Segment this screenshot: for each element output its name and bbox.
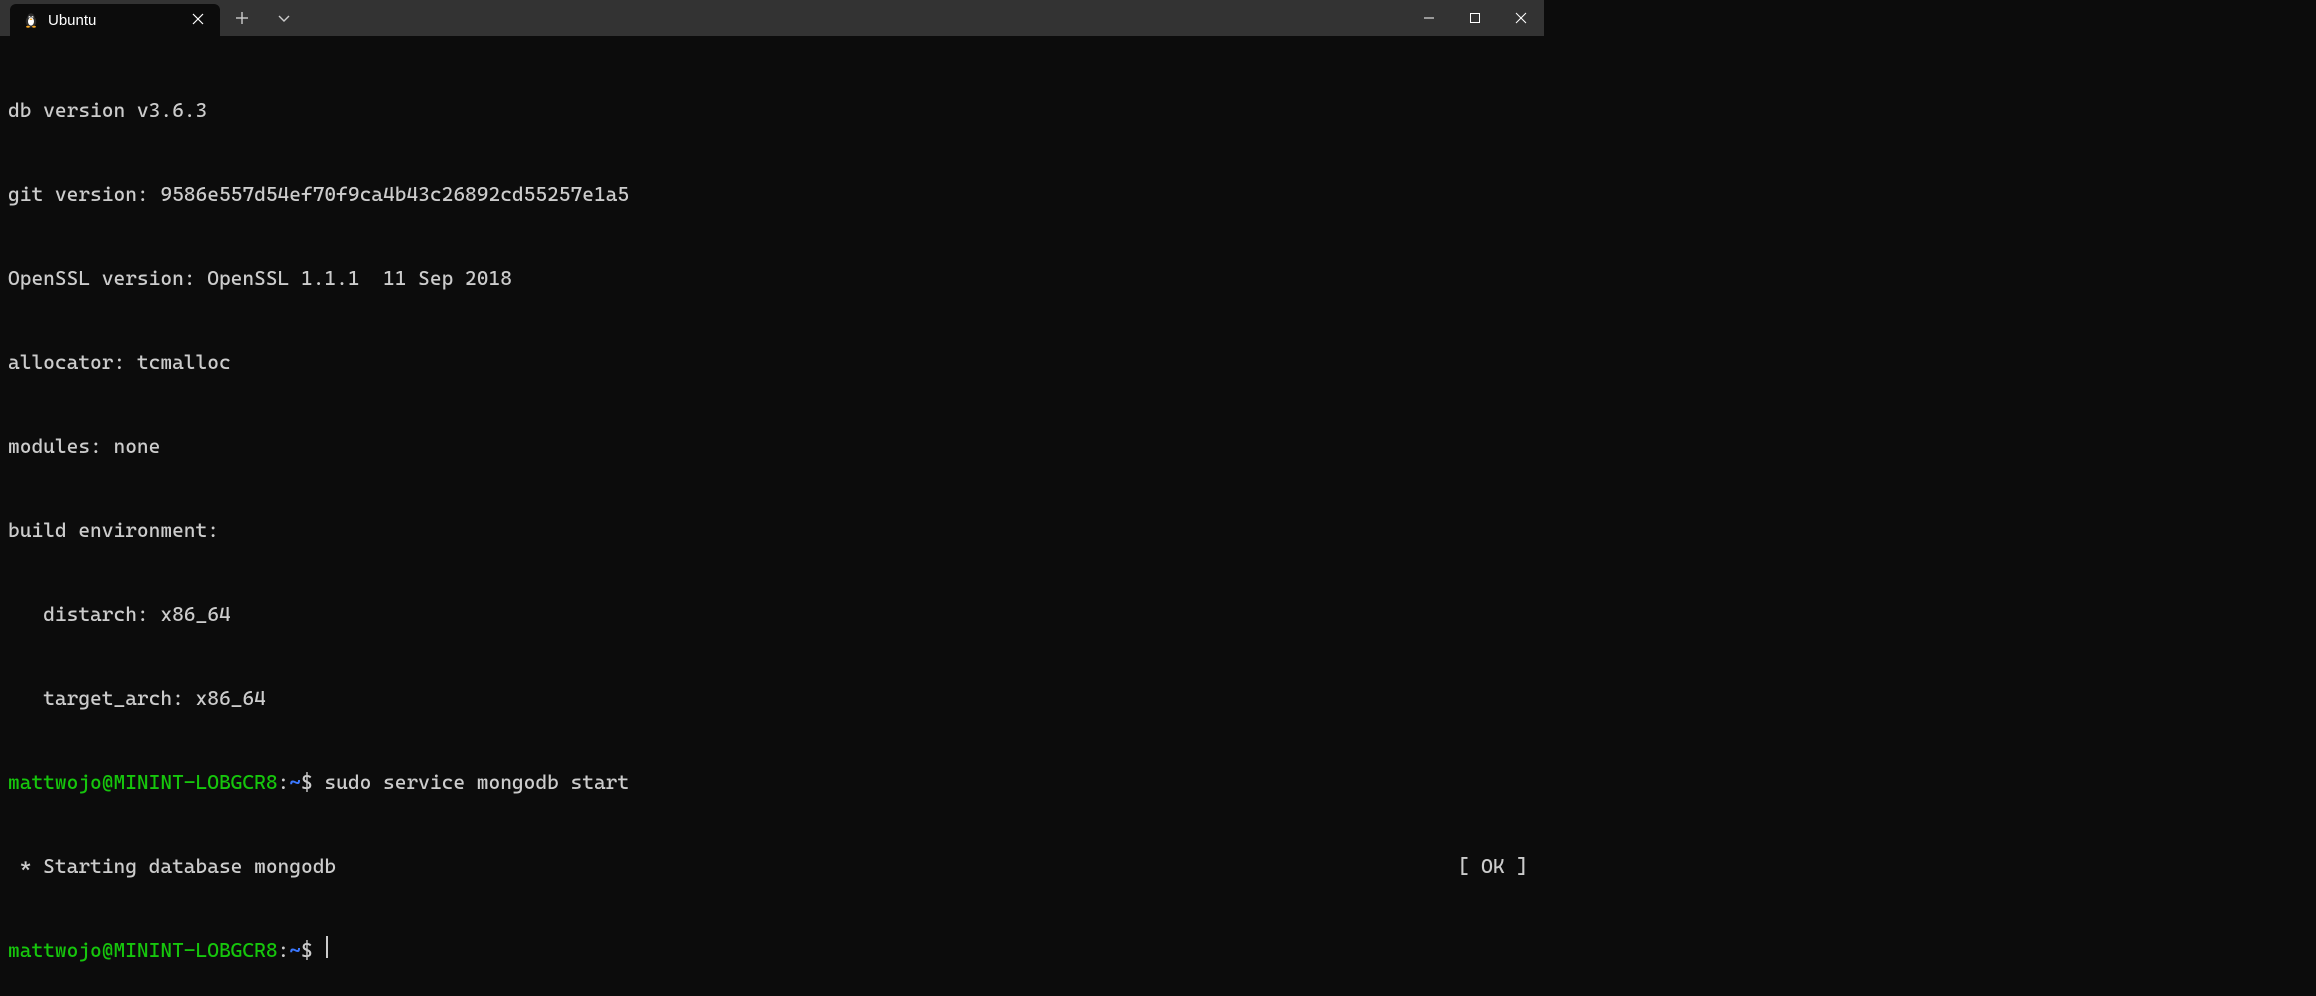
prompt-colon: : <box>278 936 290 964</box>
tab-actions <box>220 0 306 36</box>
output-line: modules: none <box>8 432 1536 460</box>
new-tab-button[interactable] <box>230 6 254 30</box>
prompt-dollar: $ <box>301 936 324 964</box>
ubuntu-penguin-icon <box>22 11 40 29</box>
output-line: allocator: tcmalloc <box>8 348 1536 376</box>
status-ok: [ OK ] <box>1458 852 1536 880</box>
prompt-line: mattwojo@MININT-LOBGCR8:~$ sudo service … <box>8 768 1536 796</box>
terminal-content[interactable]: db version v3.6.3 git version: 9586e557d… <box>0 36 1544 996</box>
status-line: * Starting database mongodb [ OK ] <box>8 852 1536 880</box>
output-line: git version: 9586e557d54ef70f9ca4b43c268… <box>8 180 1536 208</box>
output-line: build environment: <box>8 516 1536 544</box>
prompt-path: ~ <box>289 936 301 964</box>
minimize-button[interactable] <box>1406 0 1452 36</box>
output-line: OpenSSL version: OpenSSL 1.1.1 11 Sep 20… <box>8 264 1536 292</box>
command-text: sudo service mongodb start <box>324 768 629 796</box>
tab-title: Ubuntu <box>48 12 188 29</box>
prompt-line: mattwojo@MININT-LOBGCR8:~$ <box>8 936 1536 964</box>
cursor <box>326 936 328 958</box>
prompt-user-host: mattwojo@MININT-LOBGCR8 <box>8 936 278 964</box>
close-window-button[interactable] <box>1498 0 1544 36</box>
window-controls <box>1406 0 1544 36</box>
tabs-area: Ubuntu <box>0 0 1406 36</box>
prompt-colon: : <box>278 768 290 796</box>
output-line: target_arch: x86_64 <box>8 684 1536 712</box>
titlebar: Ubuntu <box>0 0 1544 36</box>
tab-ubuntu[interactable]: Ubuntu <box>10 4 220 36</box>
output-line: db version v3.6.3 <box>8 96 1536 124</box>
tab-dropdown-button[interactable] <box>272 6 296 30</box>
close-tab-button[interactable] <box>188 12 208 28</box>
maximize-button[interactable] <box>1452 0 1498 36</box>
prompt-path: ~ <box>289 768 301 796</box>
output-line: distarch: x86_64 <box>8 600 1536 628</box>
status-message: * Starting database mongodb <box>8 852 336 880</box>
prompt-user-host: mattwojo@MININT-LOBGCR8 <box>8 768 278 796</box>
prompt-dollar: $ <box>301 768 324 796</box>
